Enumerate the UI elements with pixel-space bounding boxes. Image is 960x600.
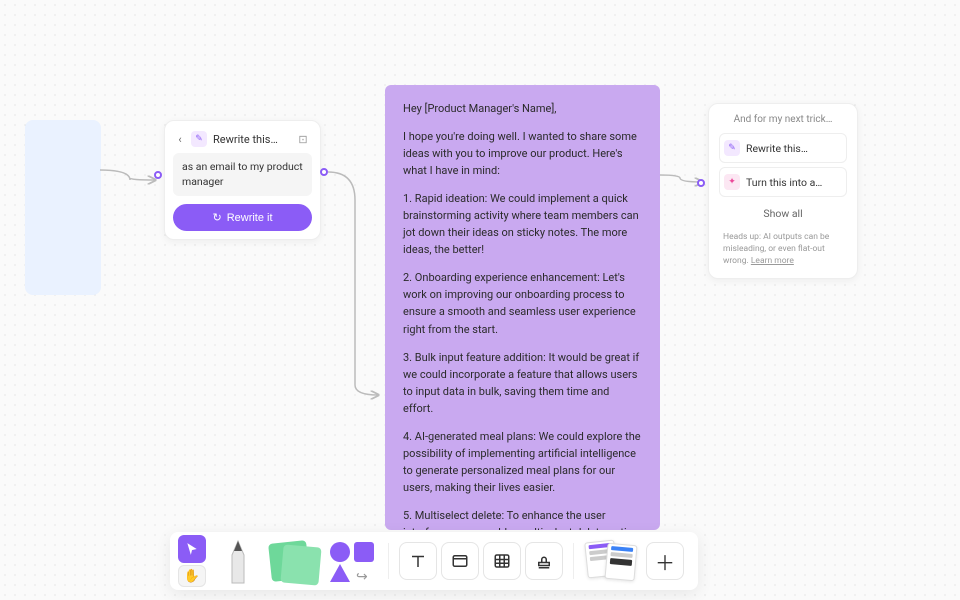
rewrite-icon: ✎ [191,131,207,147]
rewrite-submit-button[interactable]: ↻ Rewrite it [173,204,312,231]
select-tool[interactable] [178,535,206,563]
rewrite-prompt-input[interactable]: as an email to my product manager [173,153,312,196]
pen-tool[interactable] [214,537,262,585]
generated-output-note[interactable]: Hey [Product Manager's Name], I hope you… [385,85,660,530]
shapes-tool[interactable]: ↪ [326,537,384,585]
trick-action-transform[interactable]: ✦ Turn this into a… [719,167,847,197]
rewrite-card-title: Rewrite this… [213,133,290,146]
arrow-icon: ↪ [356,569,368,585]
back-icon[interactable]: ‹ [175,134,185,144]
text-tool[interactable] [399,542,437,580]
gen-item: 5. Multiselect delete: To enhance the us… [403,507,642,530]
gen-item: 3. Bulk input feature addition: It would… [403,349,642,417]
gen-greeting: Hey [Product Manager's Name], [403,100,642,117]
more-tools-button[interactable]: ＋ [646,542,684,580]
gen-item: 2. Onboarding experience enhancement: Le… [403,269,642,337]
learn-more-link[interactable]: Learn more [751,256,794,266]
node-port-trick-left[interactable] [697,179,705,187]
show-all-button[interactable]: Show all [719,201,847,226]
table-tool[interactable] [483,542,521,580]
rewrite-card: ‹ ✎ Rewrite this… ⊡ as an email to my pr… [164,120,321,240]
node-port-left[interactable] [154,171,162,179]
trick-action-rewrite[interactable]: ✎ Rewrite this… [719,133,847,163]
stamp-tool[interactable] [525,542,563,580]
next-trick-card: And for my next trick… ✎ Rewrite this… ✦… [708,103,858,279]
section-tool[interactable] [441,542,479,580]
templates-tool[interactable] [584,539,642,583]
bottom-toolbar: ✋ ↪ [170,532,698,590]
next-trick-title: And for my next trick… [719,114,847,125]
node-port-right[interactable] [320,168,328,176]
gen-item: 1. Rapid ideation: We could implement a … [403,190,642,258]
gen-item: 4. AI-generated meal plans: We could exp… [403,428,642,496]
gen-intro: I hope you're doing well. I wanted to sh… [403,128,642,179]
hand-tool[interactable]: ✋ [178,565,206,587]
rewrite-icon: ✎ [724,140,740,156]
transform-icon: ✦ [724,174,740,190]
ai-disclaimer: Heads up: AI outputs can be misleading, … [719,232,847,268]
image-upload-icon[interactable]: ⊡ [296,132,310,146]
offscreen-panel-edge [25,120,101,295]
sticky-note-tool[interactable] [266,537,322,585]
refresh-icon: ↻ [212,211,221,224]
